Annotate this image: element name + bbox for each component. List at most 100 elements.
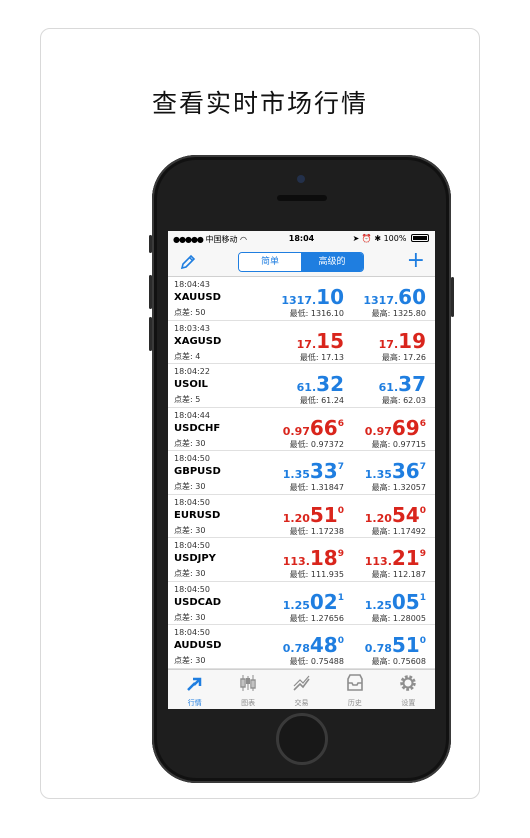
quote-time: 18:04:44 <box>174 410 210 420</box>
bid-price-prefix: 113. <box>282 555 310 568</box>
tab-trade[interactable]: 交易 <box>275 670 328 709</box>
bid-price: 1.20510 <box>256 503 344 527</box>
quote-low: 最低: 1316.10 <box>289 309 344 318</box>
quote-high: 最高: 0.97715 <box>371 439 426 449</box>
ask-price-pips: 51 <box>391 633 420 657</box>
bid-price-pips: 33 <box>309 459 338 483</box>
ask-price-fraction: 7 <box>419 462 426 472</box>
ask-price-prefix: 17. <box>378 337 399 351</box>
quote-row[interactable]: 18:04:50 GBPUSD 点差: 30 1.35337 1.35367 最低: 1.… <box>168 451 435 495</box>
quote-time: 18:04:50 <box>174 541 210 550</box>
quote-row[interactable]: 18:04:43 XAUUSD 点差: 50 1317.10 1317.60 最低: 13… <box>168 277 435 321</box>
quote-spread: 点差: 50 <box>174 308 206 317</box>
bid-price-prefix: 1.20 <box>282 511 310 525</box>
tab-label: 图表 <box>241 699 256 707</box>
quote-spread: 点差: 30 <box>174 482 206 491</box>
tab-label: 交易 <box>294 699 309 707</box>
ask-price: 1.20540 <box>338 503 426 527</box>
tab-simple[interactable]: 简单 <box>239 253 301 271</box>
tab-quotes[interactable]: 行情 <box>168 670 221 709</box>
add-symbol-plus-icon[interactable]: + <box>407 250 425 272</box>
quote-symbol: USOIL <box>174 379 208 390</box>
bid-price: 1.35337 <box>256 459 344 483</box>
headline: 查看实时市场行情 <box>151 89 368 118</box>
quote-row[interactable]: 18:04:22 USOIL 点差: 5 61.32 61.37 最低: 61.24 最高:… <box>168 364 435 408</box>
ask-price-pips: 37 <box>398 372 426 396</box>
ask-price-prefix: 0.97 <box>364 424 392 438</box>
bid-price-prefix: 1.35 <box>282 468 310 481</box>
quote-spread: 点差: 5 <box>174 395 201 404</box>
quote-spread: 点差: 30 <box>174 656 206 665</box>
history-icon <box>328 670 381 697</box>
tab-chart[interactable]: 图表 <box>221 670 274 709</box>
ask-price-fraction: 1 <box>419 592 426 603</box>
location-icon: ➤ <box>352 234 360 243</box>
quote-symbol: AUDUSD <box>174 640 222 651</box>
bid-price-pips: 18 <box>309 546 338 570</box>
quote-high: 最高: 1325.80 <box>371 309 426 318</box>
quotes-list: 18:04:43 XAUUSD 点差: 50 1317.10 1317.60 最低: 13… <box>168 277 435 669</box>
quote-high: 最高: 0.75608 <box>371 657 426 666</box>
quote-row[interactable]: 18:04:44 USDCHF 点差: 30 0.97666 0.97696 最低: 0.… <box>168 407 435 451</box>
ask-price-prefix: 1.25 <box>364 598 392 612</box>
ask-price: 61.37 <box>338 372 426 396</box>
bid-price-prefix: 1.25 <box>282 598 310 612</box>
quote-row[interactable]: 18:04:50 USDCAD 点差: 30 1.25021 1.25051 最低: 1.… <box>168 581 435 625</box>
quote-high: 最高: 1.28005 <box>371 613 426 623</box>
ask-price-prefix: 1.35 <box>364 468 392 481</box>
ask-price: 113.219 <box>338 546 426 570</box>
ask-price-pips: 21 <box>391 546 420 570</box>
quote-time: 18:03:43 <box>174 323 210 333</box>
tab-label: 行情 <box>187 699 202 707</box>
view-mode-segmented-control: 简单 高级的 <box>238 252 364 272</box>
quote-high: 最高: 1.17492 <box>371 526 426 536</box>
quote-spread: 点差: 30 <box>174 438 206 448</box>
alarm-icon: ⏰ <box>361 234 372 243</box>
settings-icon <box>382 670 435 697</box>
quote-row[interactable]: 18:04:50 EURUSD 点差: 30 1.20510 1.20540 最低: 1.… <box>168 494 435 538</box>
ask-price-prefix: 61. <box>378 381 399 394</box>
quote-low: 最低: 17.13 <box>299 352 344 362</box>
ask-price: 0.97696 <box>338 416 426 440</box>
ask-price-fraction: 6 <box>419 418 426 429</box>
home-button <box>276 713 328 765</box>
power-button <box>451 277 454 317</box>
quote-low: 最低: 0.75488 <box>289 657 344 666</box>
quote-spread: 点差: 30 <box>174 612 206 622</box>
ask-price-pips: 69 <box>391 415 420 440</box>
quote-high: 最高: 62.03 <box>381 396 426 405</box>
quote-row[interactable]: 18:04:50 USDJPY 点差: 30 113.189 113.219 最低: 11… <box>168 538 435 582</box>
quote-high: 最高: 1.32057 <box>371 483 426 492</box>
tab-history[interactable]: 历史 <box>328 670 381 709</box>
ask-price: 1.35367 <box>338 459 426 483</box>
quote-high: 最高: 17.26 <box>381 352 426 362</box>
ask-price: 1.25051 <box>338 590 426 614</box>
bid-price-prefix: 17. <box>296 337 317 351</box>
bid-price: 1.25021 <box>256 590 344 614</box>
quote-row[interactable]: 18:03:43 XAGUSD 点差: 4 17.15 17.19 最低: 17.13 最高… <box>168 320 435 364</box>
quote-spread: 点差: 30 <box>174 525 206 535</box>
tab-advanced[interactable]: 高级的 <box>301 253 363 271</box>
ask-price-pips: 54 <box>391 502 420 527</box>
bid-price-pips: 51 <box>309 502 338 527</box>
edit-pencil-icon[interactable] <box>180 254 196 270</box>
quote-high: 最高: 112.187 <box>371 570 426 579</box>
quote-time: 18:04:22 <box>174 367 210 376</box>
quote-low: 最低: 61.24 <box>299 396 344 405</box>
quote-symbol: XAUUSD <box>174 292 221 303</box>
quote-symbol: USDJPY <box>174 553 216 564</box>
navigation-bar: 简单 高级的 + <box>168 247 435 277</box>
ask-price: 0.78510 <box>338 633 426 657</box>
chart-icon <box>221 670 274 697</box>
mute-switch <box>149 235 152 253</box>
quote-symbol: USDCAD <box>174 596 222 608</box>
tab-settings[interactable]: 设置 <box>382 670 435 709</box>
app-screen: ●●●●● 中国移动 ◠ 18:04 ➤ ⏰ ✱ 100% 简单 高级的 + 1… <box>168 231 435 709</box>
quote-row[interactable]: 18:04:50 AUDUSD 点差: 30 0.78480 0.78510 最低: 0.… <box>168 625 435 669</box>
quote-time: 18:04:50 <box>174 628 210 637</box>
trade-icon <box>275 670 328 697</box>
ask-price: 17.19 <box>338 329 426 353</box>
quote-time: 18:04:43 <box>174 280 210 289</box>
ask-price-prefix: 1317. <box>363 294 399 307</box>
quote-low: 最低: 111.935 <box>289 570 344 579</box>
